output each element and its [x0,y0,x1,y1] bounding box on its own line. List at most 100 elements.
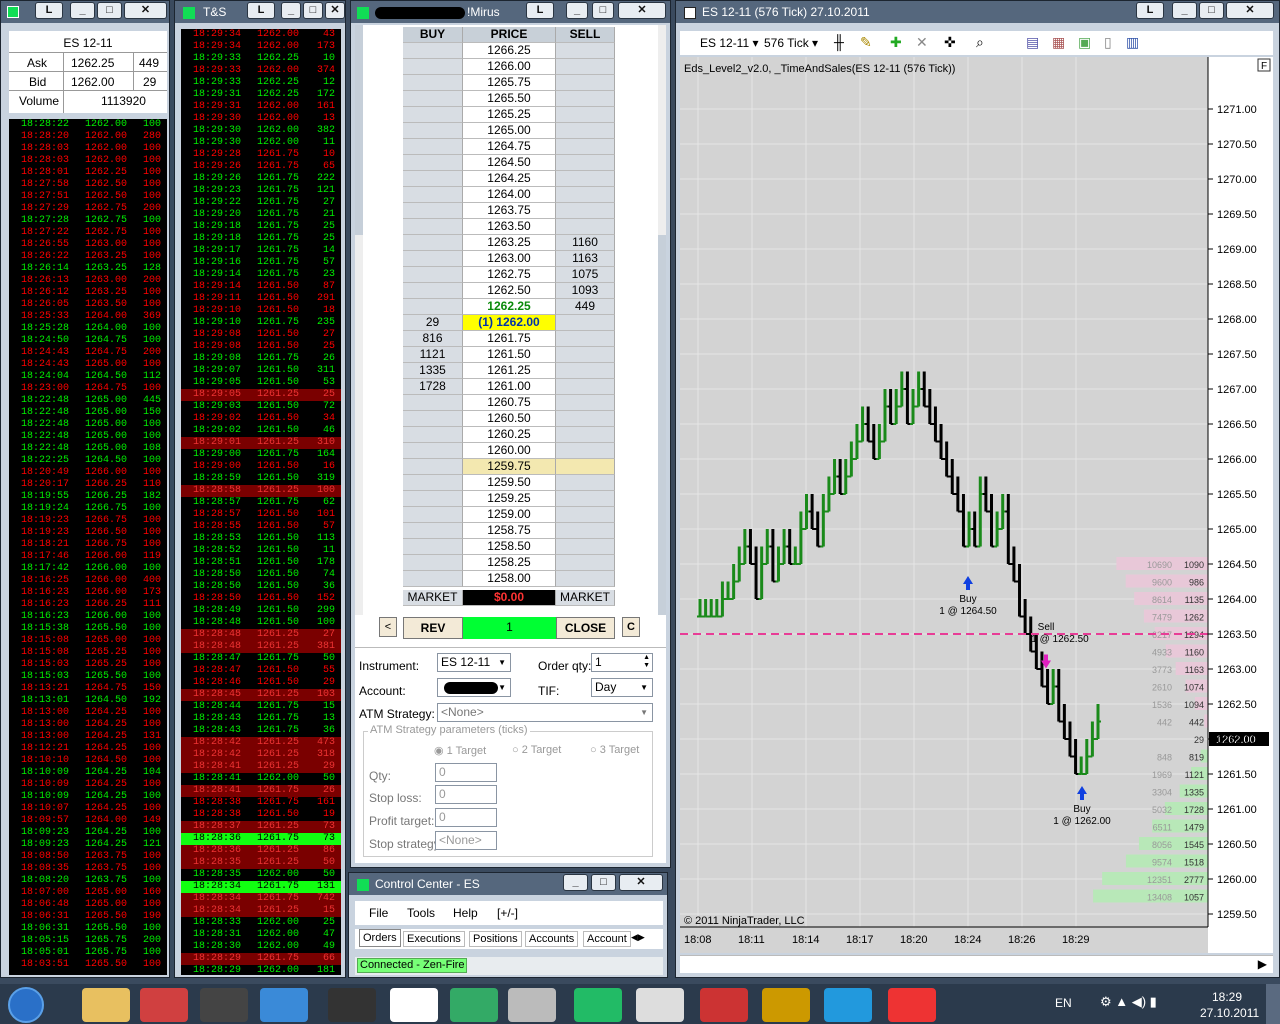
price-cell[interactable]: 1259.75 [463,459,556,475]
scroll-right-icon[interactable]: ▶ [1258,957,1267,971]
buy-cell[interactable]: 1335 [403,363,463,379]
buy-cell[interactable] [403,43,463,59]
ladder-row[interactable]: 1335 1261.25 [403,363,615,379]
atm-strategy-select[interactable]: <None> ▼ [437,703,653,722]
quantity-field[interactable]: 1 [463,617,556,639]
ladder-row[interactable]: 1265.75 [403,75,615,91]
buy-cell[interactable] [403,139,463,155]
price-cell[interactable]: 1263.75 [463,203,556,219]
sell-cell[interactable] [556,59,615,75]
sell-cell[interactable] [556,75,615,91]
ladder-row[interactable]: 1262.50 1093 [403,283,615,299]
sell-cell[interactable] [556,91,615,107]
close-button[interactable]: ✕ [124,2,167,19]
sell-cell[interactable] [556,539,615,555]
ladder-row[interactable]: 1264.75 [403,139,615,155]
app-icon-2[interactable] [140,988,188,1022]
buy-cell[interactable] [403,107,463,123]
tif-select[interactable]: Day ▼ [591,678,653,697]
buy-cell[interactable] [403,395,463,411]
buy-cell[interactable] [403,523,463,539]
properties-icon[interactable]: ▤ [1026,34,1039,51]
pencil-icon[interactable]: ✎ [860,34,872,51]
buy-cell[interactable] [403,91,463,107]
price-cell[interactable]: 1263.25 [463,235,556,251]
remove-indicator-icon[interactable]: ✕ [916,34,928,51]
target2-radio[interactable]: ○ 2 Target [512,744,561,756]
sell-cell[interactable] [556,315,615,331]
ladder-row[interactable]: 1265.00 [403,123,615,139]
menu-tools[interactable]: Tools [407,906,435,920]
buy-cell[interactable] [403,411,463,427]
price-cell[interactable]: 1264.00 [463,187,556,203]
ladder-row[interactable]: 1263.50 [403,219,615,235]
buy-cell[interactable] [403,59,463,75]
sell-cell[interactable]: 1163 [556,251,615,267]
period-select[interactable]: 576 Tick ▾ [764,36,818,50]
buy-cell[interactable] [403,123,463,139]
sell-cell[interactable] [556,411,615,427]
close-button[interactable]: ✕ [325,2,345,19]
buy-cell[interactable] [403,267,463,283]
ladder-row[interactable]: 1260.50 [403,411,615,427]
ladder-row[interactable]: 1258.75 [403,523,615,539]
sell-cell[interactable] [556,507,615,523]
instrument-select[interactable]: ES 12-11 ▾ [700,36,759,50]
price-cell[interactable]: 1258.00 [463,571,556,587]
maximize-button[interactable]: □ [1199,2,1224,19]
buy-cell[interactable] [403,203,463,219]
app-icon-14[interactable] [888,988,936,1022]
buy-cell[interactable] [403,427,463,443]
ladder-row[interactable]: 1263.25 1160 [403,235,615,251]
ladder-row[interactable]: 1728 1261.00 [403,379,615,395]
ladder-row[interactable]: 1258.00 [403,571,615,587]
sell-cell[interactable] [556,491,615,507]
ladder-row[interactable]: 1258.25 [403,555,615,571]
sell-cell[interactable] [556,43,615,59]
buy-cell[interactable] [403,251,463,267]
price-chart[interactable]: 1069010909600986861411357479126262171294… [680,57,1273,953]
sell-cell[interactable] [556,187,615,203]
sell-cell[interactable] [556,459,615,475]
scrollbar[interactable] [658,25,666,615]
print-icon[interactable]: ▯ [1104,34,1112,51]
app-icon-10[interactable] [636,988,684,1022]
tab-scroll-icon[interactable]: ◀▶ [631,932,645,943]
chart-style-icon[interactable]: ▦ [1052,34,1065,51]
ladder-row[interactable]: 1258.50 [403,539,615,555]
qty-stepper[interactable]: 0 [435,763,497,782]
sell-cell[interactable] [556,427,615,443]
sell-cell[interactable] [556,555,615,571]
price-cell[interactable]: 1260.75 [463,395,556,411]
price-cell[interactable]: 1259.50 [463,475,556,491]
skype-icon[interactable] [824,988,872,1022]
explorer-icon[interactable] [82,988,130,1022]
ladder-row[interactable]: 1260.75 [403,395,615,411]
price-cell[interactable]: 1263.50 [463,219,556,235]
link-button[interactable]: L [247,2,275,19]
buy-cell[interactable] [403,459,463,475]
price-cell[interactable]: 1266.00 [463,59,556,75]
sell-cell[interactable] [556,443,615,459]
price-cell[interactable]: (1) 1262.00 [463,315,556,331]
buy-cell[interactable] [403,539,463,555]
sell-cell[interactable] [556,219,615,235]
ladder-row[interactable]: 1263.75 [403,203,615,219]
buy-cell[interactable]: 1121 [403,347,463,363]
price-cell[interactable]: 1260.25 [463,427,556,443]
ladder-row[interactable]: 816 1261.75 [403,331,615,347]
ladder-row[interactable]: 29 (1) 1262.00 [403,315,615,331]
price-cell[interactable]: 1265.50 [463,91,556,107]
ladder-row[interactable]: 1266.25 [403,43,615,59]
buy-cell[interactable] [403,75,463,91]
maximize-button[interactable]: □ [591,874,616,891]
add-indicator-icon[interactable]: ✚ [890,34,902,51]
tab-accounts[interactable]: Accounts [525,931,579,947]
account-select[interactable]: ▼ [437,678,511,697]
sell-cell[interactable] [556,123,615,139]
menu-help[interactable]: Help [453,906,478,920]
buy-cell[interactable]: 1728 [403,379,463,395]
ladder-row[interactable]: 1264.50 [403,155,615,171]
buy-cell[interactable] [403,443,463,459]
ladder-row[interactable]: 1260.25 [403,427,615,443]
